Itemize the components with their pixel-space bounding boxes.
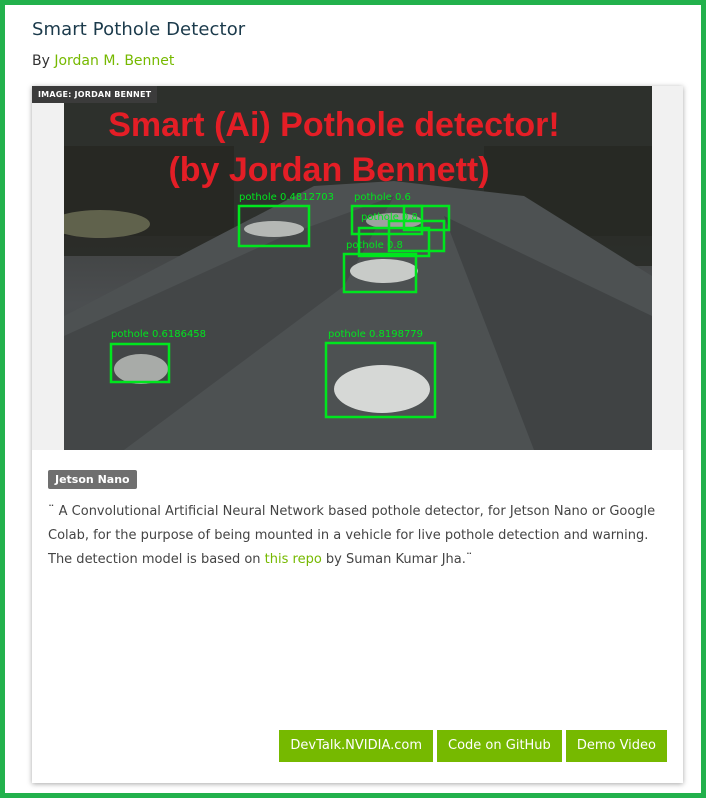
detection-label: pothole 0.8 (346, 240, 403, 251)
action-buttons: DevTalk.NVIDIA.com Code on GitHub Demo V… (279, 730, 667, 762)
author-link[interactable]: Jordan M. Bennet (54, 53, 174, 69)
image-credit: IMAGE: JORDAN BENNET (32, 86, 158, 103)
byline: By Jordan M. Bennet (32, 53, 174, 69)
image-headline-2: (by Jordan Bennett) (168, 151, 489, 189)
github-button[interactable]: Code on GitHub (437, 730, 562, 762)
page-frame: Smart Pothole Detector By Jordan M. Benn… (0, 0, 706, 798)
description-text-end: by Suman Kumar Jha.¨ (321, 552, 473, 567)
detection-label: pothole 0.6 (354, 192, 411, 203)
platform-tag[interactable]: Jetson Nano (48, 470, 137, 489)
byline-prefix: By (32, 53, 55, 69)
detection-label: pothole 0.6186458 (111, 329, 206, 340)
project-description: ¨ A Convolutional Artificial Neural Netw… (48, 500, 670, 572)
project-image-area: IMAGE: JORDAN BENNET Smart (Ai) Pothole … (32, 86, 683, 450)
devtalk-button[interactable]: DevTalk.NVIDIA.com (279, 730, 434, 762)
page-title: Smart Pothole Detector (32, 19, 246, 40)
project-image[interactable]: Smart (Ai) Pothole detector! (by Jordan … (64, 86, 652, 450)
repo-link[interactable]: this repo (265, 552, 322, 567)
image-headline-1: Smart (Ai) Pothole detector! (108, 106, 559, 144)
pothole-detection-image: Smart (Ai) Pothole detector! (by Jordan … (64, 86, 652, 450)
detection-label: pothole 0.4812703 (239, 192, 334, 203)
detection-label: pothole 0.8198779 (328, 329, 423, 340)
project-card: IMAGE: JORDAN BENNET Smart (Ai) Pothole … (32, 86, 683, 783)
demo-video-button[interactable]: Demo Video (565, 730, 667, 762)
detection-label: pothole 0.8 (361, 212, 418, 223)
